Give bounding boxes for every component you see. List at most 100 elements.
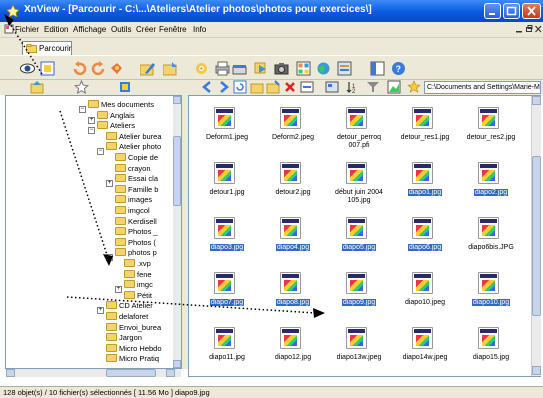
new-folder-icon[interactable] bbox=[250, 80, 265, 95]
file-thumbnail[interactable]: detour1.jpg bbox=[194, 157, 260, 213]
menu-fenetre[interactable]: Fenêtre bbox=[159, 25, 187, 34]
file-thumbnail[interactable]: diapo10.jpeg bbox=[392, 267, 458, 323]
tree-item[interactable]: delaforet bbox=[106, 312, 148, 322]
menu-fichier[interactable]: Fichier bbox=[15, 25, 39, 34]
tree-scroll-right-button[interactable] bbox=[166, 369, 175, 377]
categories-icon[interactable] bbox=[118, 80, 133, 95]
tree-item[interactable]: imgcol bbox=[115, 206, 150, 216]
tree-item[interactable]: images bbox=[115, 195, 152, 205]
rotate-right-icon[interactable] bbox=[91, 61, 106, 76]
thumbnail-grid[interactable]: Deform1.jpeg Deform2.jpeg detour_perroq 00… bbox=[188, 95, 541, 377]
menu-creer[interactable]: Créer bbox=[136, 25, 156, 34]
filter-icon[interactable] bbox=[366, 80, 381, 95]
web-page-icon[interactable] bbox=[316, 61, 331, 76]
tree-item[interactable]: CD Atelier bbox=[106, 301, 153, 311]
tree-item[interactable]: Anglais bbox=[97, 110, 135, 121]
tree-item[interactable]: .xvp bbox=[124, 259, 151, 269]
toggle-panel-icon[interactable] bbox=[370, 61, 385, 76]
tree-item[interactable]: crayon bbox=[115, 163, 151, 174]
file-thumbnail[interactable]: Deform1.jpeg bbox=[194, 102, 260, 158]
tree-item[interactable]: Kerdisell bbox=[115, 216, 157, 227]
rename-icon[interactable] bbox=[300, 80, 315, 95]
file-thumbnail[interactable]: diapo2.jpg bbox=[458, 157, 524, 213]
sort-icon[interactable]: 12 bbox=[345, 80, 360, 95]
view-eye-icon[interactable] bbox=[20, 61, 35, 76]
grid-scroll-down-button[interactable] bbox=[532, 366, 541, 375]
slideshow-icon[interactable] bbox=[253, 61, 268, 76]
close-button[interactable] bbox=[522, 3, 541, 19]
tree-expander[interactable]: + bbox=[115, 286, 122, 294]
tree-item[interactable]: Micro Pratiq bbox=[106, 354, 159, 364]
tree-item[interactable]: imgc bbox=[124, 280, 153, 290]
file-thumbnail[interactable]: début juin 2004 105.jpg bbox=[326, 157, 392, 213]
grid-scroll-up-button[interactable] bbox=[532, 96, 541, 105]
tree-item[interactable]: Ateliers bbox=[97, 121, 135, 131]
file-thumbnail[interactable]: diapo12.jpg bbox=[260, 322, 326, 378]
file-thumbnail[interactable]: detour_res1.jpg bbox=[392, 102, 458, 158]
minimize-button[interactable] bbox=[484, 3, 501, 19]
file-thumbnail[interactable]: diapo11.jpg bbox=[194, 322, 260, 378]
tree-scroll-down-button[interactable] bbox=[173, 360, 181, 368]
file-thumbnail[interactable]: diapo10.jpg bbox=[458, 267, 524, 323]
address-combo[interactable]: C:\Documents and Settings\Marie-M bbox=[424, 81, 541, 94]
folder-tree[interactable]: Mes documents − Anglais + Ateliers − Atelier b… bbox=[5, 95, 182, 369]
tree-item[interactable]: Micro Hebdo bbox=[106, 343, 162, 354]
file-thumbnail[interactable]: diapo6bis.JPG bbox=[458, 212, 524, 268]
tab-parcourir[interactable]: Parcourir bbox=[22, 41, 72, 55]
settings-icon[interactable] bbox=[337, 61, 352, 76]
file-thumbnail[interactable]: Deform2.jpeg bbox=[260, 102, 326, 158]
file-thumbnail[interactable]: diapo7.jpg bbox=[194, 267, 260, 323]
menu-outils[interactable]: Outils bbox=[111, 25, 131, 34]
tree-scroll-up-button[interactable] bbox=[173, 96, 181, 104]
tree-item[interactable]: Mes documents bbox=[88, 100, 154, 110]
help-icon[interactable]: ? bbox=[391, 61, 406, 76]
forward-arrow-icon[interactable] bbox=[216, 80, 231, 95]
tree-expander[interactable]: − bbox=[79, 106, 86, 113]
fullscreen-icon[interactable] bbox=[40, 61, 55, 76]
tree-expander[interactable]: − bbox=[97, 148, 104, 156]
file-thumbnail[interactable]: detour_perroq 007.pfi bbox=[326, 102, 392, 158]
tree-item[interactable]: Famille b bbox=[115, 184, 158, 195]
tree-item[interactable]: Photos _ bbox=[115, 227, 158, 237]
camera-icon[interactable] bbox=[274, 61, 289, 76]
folder-up-icon[interactable] bbox=[30, 80, 45, 95]
menu-edition[interactable]: Edition bbox=[44, 25, 68, 34]
rotate-left-icon[interactable] bbox=[72, 61, 87, 76]
mdi-minimize-icon[interactable] bbox=[516, 26, 523, 35]
file-thumbnail[interactable]: diapo15.jpg bbox=[458, 322, 524, 378]
tree-hscroll-thumb[interactable] bbox=[106, 369, 156, 377]
title-bar[interactable]: XnView - [Parcourir - C:\...\Ateliers\At… bbox=[0, 0, 543, 22]
open-folder-icon[interactable] bbox=[162, 61, 178, 76]
tree-scroll-left-button[interactable] bbox=[6, 369, 15, 377]
tree-scrollbar-vertical[interactable] bbox=[173, 96, 181, 368]
file-thumbnail[interactable]: diapo9.jpg bbox=[326, 267, 392, 323]
tree-scrollbar-horizontal[interactable] bbox=[6, 369, 181, 377]
batch-process-icon[interactable] bbox=[194, 61, 209, 76]
tree-item[interactable]: Atelier burea bbox=[106, 131, 162, 142]
favorites-dropdown-icon[interactable] bbox=[407, 80, 422, 95]
tree-expander[interactable]: − bbox=[106, 254, 113, 262]
tree-item[interactable]: Envoi_burea bbox=[106, 322, 161, 333]
tree-item[interactable]: Essai cla bbox=[115, 174, 158, 184]
tree-expander[interactable]: − bbox=[88, 127, 95, 135]
file-thumbnail[interactable]: diapo4.jpg bbox=[260, 212, 326, 268]
tree-expander[interactable]: + bbox=[97, 307, 104, 315]
tree-item[interactable]: Pétit bbox=[124, 290, 152, 301]
file-thumbnail[interactable]: diapo13w.jpeg bbox=[326, 322, 392, 378]
maximize-button[interactable] bbox=[503, 3, 520, 19]
image-filter-icon[interactable] bbox=[387, 80, 402, 95]
tree-item[interactable]: Copie de bbox=[115, 153, 158, 163]
delete-icon[interactable] bbox=[283, 80, 298, 95]
grid-scroll-thumb[interactable] bbox=[532, 156, 541, 316]
grid-scrollbar-vertical[interactable] bbox=[531, 96, 541, 376]
file-thumbnail[interactable]: diapo6.jpg bbox=[392, 212, 458, 268]
mdi-close-icon[interactable] bbox=[535, 25, 542, 35]
menu-affichage[interactable]: Affichage bbox=[73, 25, 106, 34]
back-arrow-icon[interactable] bbox=[200, 80, 215, 95]
refresh-icon[interactable] bbox=[233, 80, 248, 95]
tree-scroll-thumb[interactable] bbox=[173, 136, 181, 206]
file-thumbnail[interactable]: detour_res2.jpg bbox=[458, 102, 524, 158]
file-thumbnail[interactable]: detour2.jpg bbox=[260, 157, 326, 213]
tree-item[interactable]: Jargon bbox=[106, 333, 142, 343]
tree-expander[interactable]: + bbox=[88, 116, 95, 124]
